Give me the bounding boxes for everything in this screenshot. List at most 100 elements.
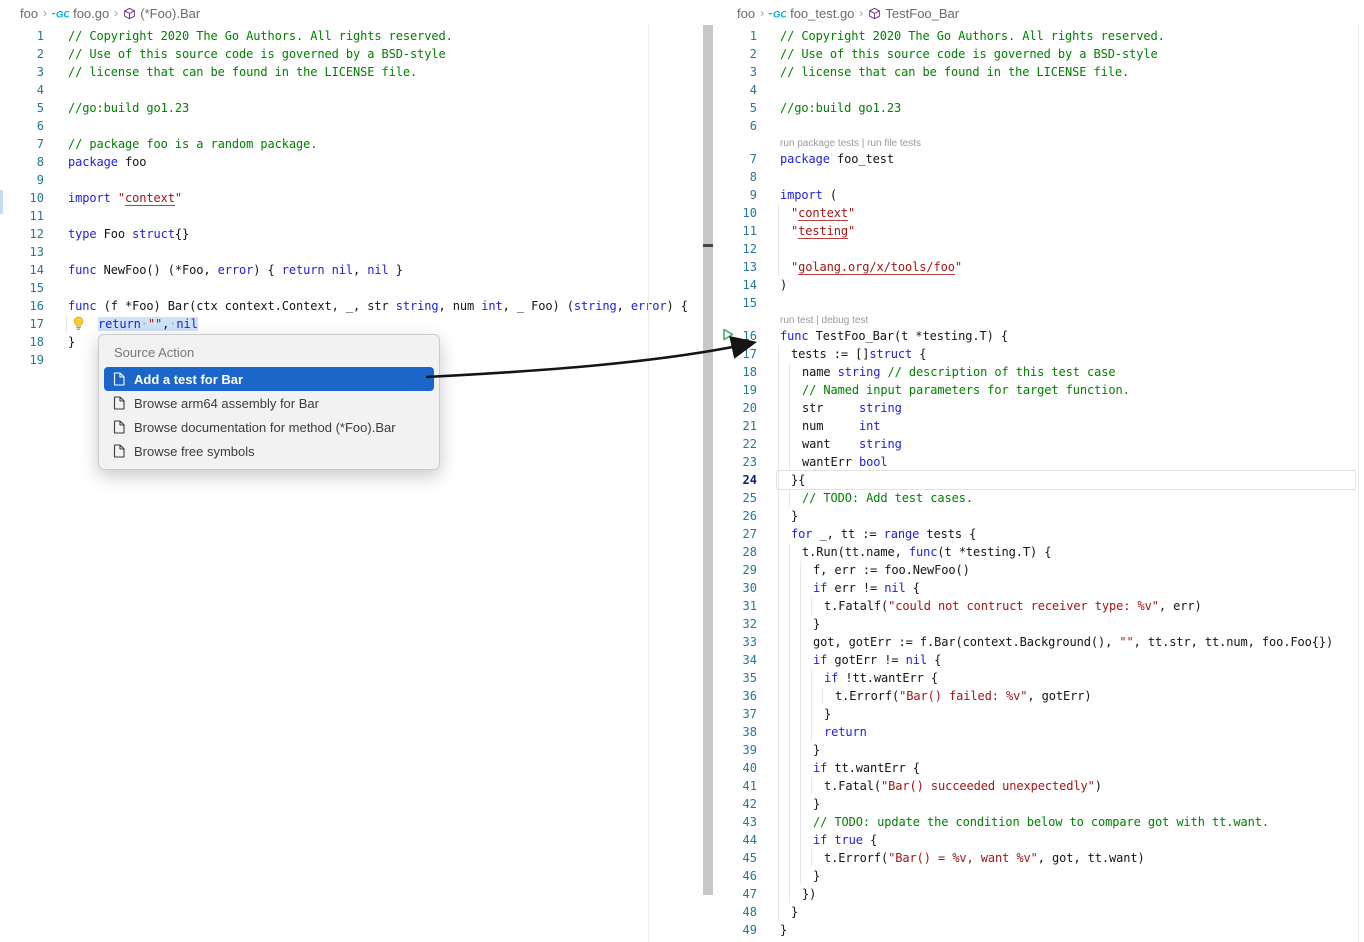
code-token: "": [148, 317, 162, 331]
line-number: 45: [713, 849, 757, 867]
code-line[interactable]: 30if err != nil {: [713, 579, 1364, 597]
indent-guide: [778, 399, 779, 417]
code-line[interactable]: 8: [713, 168, 1364, 186]
code-line[interactable]: 29f, err := foo.NewFoo(): [713, 561, 1364, 579]
code-line[interactable]: 25// TODO: Add test cases.: [713, 489, 1364, 507]
breadcrumb-segment[interactable]: foo: [737, 6, 755, 21]
left-editor-pane[interactable]: foo›GOfoo.go›(*Foo).Bar 1// Copyright 20…: [0, 0, 712, 942]
code-line[interactable]: 16func (f *Foo) Bar(ctx context.Context,…: [0, 297, 712, 315]
code-line[interactable]: 8package foo: [0, 153, 712, 171]
codelens-link[interactable]: run test: [780, 315, 813, 326]
menu-item-browse-arm64-assembly-for-bar[interactable]: Browse arm64 assembly for Bar: [104, 391, 434, 415]
code-line[interactable]: 28t.Run(tt.name, func(t *testing.T) {: [713, 543, 1364, 561]
code-line[interactable]: 5//go:build go1.23: [0, 99, 712, 117]
code-line[interactable]: 26}: [713, 507, 1364, 525]
codelens-link[interactable]: run file tests: [867, 138, 921, 149]
line-number: 32: [713, 615, 757, 633]
code-line[interactable]: 11: [0, 207, 712, 225]
line-number: 43: [713, 813, 757, 831]
code-line[interactable]: 17return·"",·nil: [0, 315, 712, 333]
code-line[interactable]: 45t.Errorf("Bar() = %v, want %v", got, t…: [713, 849, 1364, 867]
code-line[interactable]: 24}{: [713, 471, 1364, 489]
code-line[interactable]: 23wantErr bool: [713, 453, 1364, 471]
code-line[interactable]: 10import "context": [0, 189, 712, 207]
code-line[interactable]: 27for _, tt := range tests {: [713, 525, 1364, 543]
code-line[interactable]: 34if gotErr != nil {: [713, 651, 1364, 669]
code-line[interactable]: 2// Use of this source code is governed …: [713, 45, 1364, 63]
code-token: ,: [617, 299, 631, 313]
code-line[interactable]: 13"golang.org/x/tools/foo": [713, 258, 1364, 276]
code-line[interactable]: 49}: [713, 921, 1364, 939]
code-line[interactable]: 10"context": [713, 204, 1364, 222]
breadcrumb-segment[interactable]: (*Foo).Bar: [123, 6, 200, 21]
indent-guide: [789, 867, 790, 885]
code-token: got, gotErr := f.Bar(context.Background(…: [813, 635, 1119, 649]
code-line[interactable]: 18name string // description of this tes…: [713, 363, 1364, 381]
codelens-link[interactable]: run package tests: [780, 138, 859, 149]
code-line[interactable]: 32}: [713, 615, 1364, 633]
code-line[interactable]: 3// license that can be found in the LIC…: [713, 63, 1364, 81]
breadcrumb-segment[interactable]: TestFoo_Bar: [868, 6, 959, 21]
code-line[interactable]: 17tests := []struct {: [713, 345, 1364, 363]
code-line[interactable]: 1// Copyright 2020 The Go Authors. All r…: [713, 27, 1364, 45]
menu-item-browse-documentation-for-method-[interactable]: Browse documentation for method (*Foo).B…: [104, 415, 434, 439]
code-line[interactable]: 12: [713, 240, 1364, 258]
code-token: bool: [859, 455, 888, 469]
code-line[interactable]: 39}: [713, 741, 1364, 759]
run-test-icon[interactable]: [722, 328, 734, 346]
line-number: 5: [713, 99, 757, 117]
codelens-link[interactable]: debug test: [822, 315, 869, 326]
code-line[interactable]: 40if tt.wantErr {: [713, 759, 1364, 777]
indent-guide: [800, 759, 801, 777]
code-line[interactable]: 15: [713, 294, 1364, 312]
code-line[interactable]: 4: [713, 81, 1364, 99]
line-number: 4: [713, 81, 757, 99]
code-line[interactable]: 21num int: [713, 417, 1364, 435]
code-line[interactable]: 42}: [713, 795, 1364, 813]
code-line[interactable]: 20str string: [713, 399, 1364, 417]
code-editor[interactable]: 1// Copyright 2020 The Go Authors. All r…: [0, 27, 712, 369]
code-line[interactable]: 19// Named input parameters for target f…: [713, 381, 1364, 399]
code-line[interactable]: 11"testing": [713, 222, 1364, 240]
code-line[interactable]: 16func TestFoo_Bar(t *testing.T) {: [713, 327, 1364, 345]
code-line[interactable]: 31t.Fatalf("could not contruct receiver …: [713, 597, 1364, 615]
code-line[interactable]: 46}: [713, 867, 1364, 885]
pane-divider-scrollbar[interactable]: [703, 25, 713, 895]
code-line[interactable]: 44if true {: [713, 831, 1364, 849]
breadcrumb-segment[interactable]: GOfoo.go: [52, 6, 109, 21]
code-line[interactable]: 7package foo_test: [713, 150, 1364, 168]
code-line[interactable]: 13: [0, 243, 712, 261]
code-line[interactable]: 6: [0, 117, 712, 135]
code-line[interactable]: 12type Foo struct{}: [0, 225, 712, 243]
code-line[interactable]: 3// license that can be found in the LIC…: [0, 63, 712, 81]
code-line[interactable]: 14func NewFoo() (*Foo, error) { return n…: [0, 261, 712, 279]
code-line[interactable]: 47}): [713, 885, 1364, 903]
right-editor-pane[interactable]: foo›GOfoo_test.go›TestFoo_Bar 1// Copyri…: [713, 0, 1364, 942]
code-editor[interactable]: 1// Copyright 2020 The Go Authors. All r…: [713, 27, 1364, 939]
code-line[interactable]: 9: [0, 171, 712, 189]
breadcrumb-segment[interactable]: foo: [20, 6, 38, 21]
menu-item-add-a-test-for-bar[interactable]: Add a test for Bar: [104, 367, 434, 391]
code-line[interactable]: 1// Copyright 2020 The Go Authors. All r…: [0, 27, 712, 45]
code-token: , got, tt.want): [1038, 851, 1145, 865]
code-line[interactable]: 48}: [713, 903, 1364, 921]
code-line[interactable]: 14): [713, 276, 1364, 294]
code-line[interactable]: 35if !tt.wantErr {: [713, 669, 1364, 687]
code-line[interactable]: 33got, gotErr := f.Bar(context.Backgroun…: [713, 633, 1364, 651]
code-line[interactable]: 6: [713, 117, 1364, 135]
code-line[interactable]: 43// TODO: update the condition below to…: [713, 813, 1364, 831]
code-line[interactable]: 38return: [713, 723, 1364, 741]
menu-item-browse-free-symbols[interactable]: Browse free symbols: [104, 439, 434, 463]
code-line[interactable]: 5//go:build go1.23: [713, 99, 1364, 117]
code-token: }: [68, 335, 75, 349]
code-line[interactable]: 9import (: [713, 186, 1364, 204]
code-line[interactable]: 2// Use of this source code is governed …: [0, 45, 712, 63]
code-line[interactable]: 22want string: [713, 435, 1364, 453]
code-line[interactable]: 15: [0, 279, 712, 297]
breadcrumb-segment[interactable]: GOfoo_test.go: [769, 6, 854, 21]
code-line[interactable]: 41t.Fatal("Bar() succeeded unexpectedly"…: [713, 777, 1364, 795]
code-line[interactable]: 36t.Errorf("Bar() failed: %v", gotErr): [713, 687, 1364, 705]
code-line[interactable]: 37}: [713, 705, 1364, 723]
code-line[interactable]: 7// package foo is a random package.: [0, 135, 712, 153]
code-line[interactable]: 4: [0, 81, 712, 99]
